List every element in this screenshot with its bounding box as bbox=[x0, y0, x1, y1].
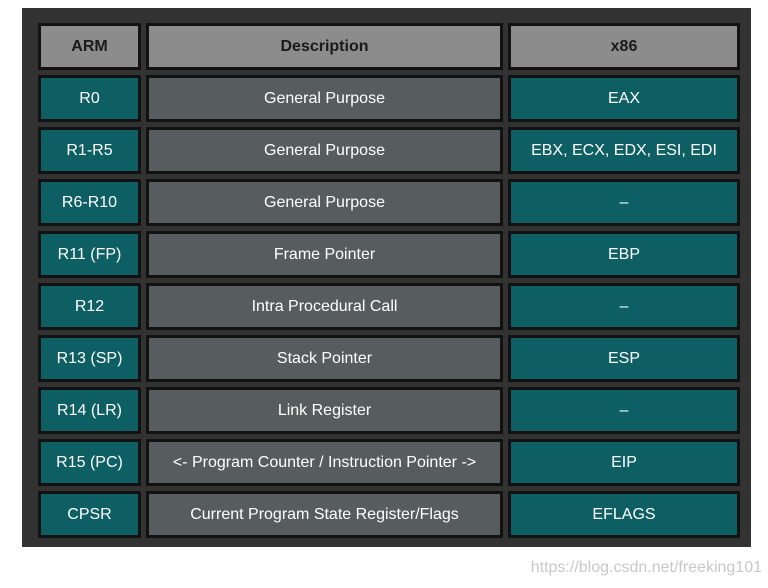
table-row-description: General Purpose bbox=[146, 179, 503, 226]
table-row-x86: – bbox=[508, 283, 740, 330]
table-row-x86: EIP bbox=[508, 439, 740, 486]
table-row-arm: R11 (FP) bbox=[38, 231, 141, 278]
header-description: Description bbox=[146, 23, 503, 70]
table-row-x86: EFLAGS bbox=[508, 491, 740, 538]
table-row-description: <- Program Counter / Instruction Pointer… bbox=[146, 439, 503, 486]
table-row-arm: R13 (SP) bbox=[38, 335, 141, 382]
table-row-x86: EAX bbox=[508, 75, 740, 122]
table-row-arm: CPSR bbox=[38, 491, 141, 538]
watermark-text: https://blog.csdn.net/freeking101 bbox=[530, 559, 762, 576]
table-row-arm: R6-R10 bbox=[38, 179, 141, 226]
table-row-description: Frame Pointer bbox=[146, 231, 503, 278]
table-row-description: General Purpose bbox=[146, 75, 503, 122]
table-row-x86: EBX, ECX, EDX, ESI, EDI bbox=[508, 127, 740, 174]
table-row-description: Link Register bbox=[146, 387, 503, 434]
table-row-arm: R14 (LR) bbox=[38, 387, 141, 434]
table-row-arm: R0 bbox=[38, 75, 141, 122]
table-row-arm: R15 (PC) bbox=[38, 439, 141, 486]
table-row-arm: R1-R5 bbox=[38, 127, 141, 174]
table-row-x86: EBP bbox=[508, 231, 740, 278]
header-x86: x86 bbox=[508, 23, 740, 70]
table-row-arm: R12 bbox=[38, 283, 141, 330]
table-row-description: Current Program State Register/Flags bbox=[146, 491, 503, 538]
table-row-x86: ESP bbox=[508, 335, 740, 382]
table-row-description: Intra Procedural Call bbox=[146, 283, 503, 330]
table-row-x86: – bbox=[508, 179, 740, 226]
table-row-x86: – bbox=[508, 387, 740, 434]
header-arm: ARM bbox=[38, 23, 141, 70]
table-row-description: General Purpose bbox=[146, 127, 503, 174]
table-row-description: Stack Pointer bbox=[146, 335, 503, 382]
